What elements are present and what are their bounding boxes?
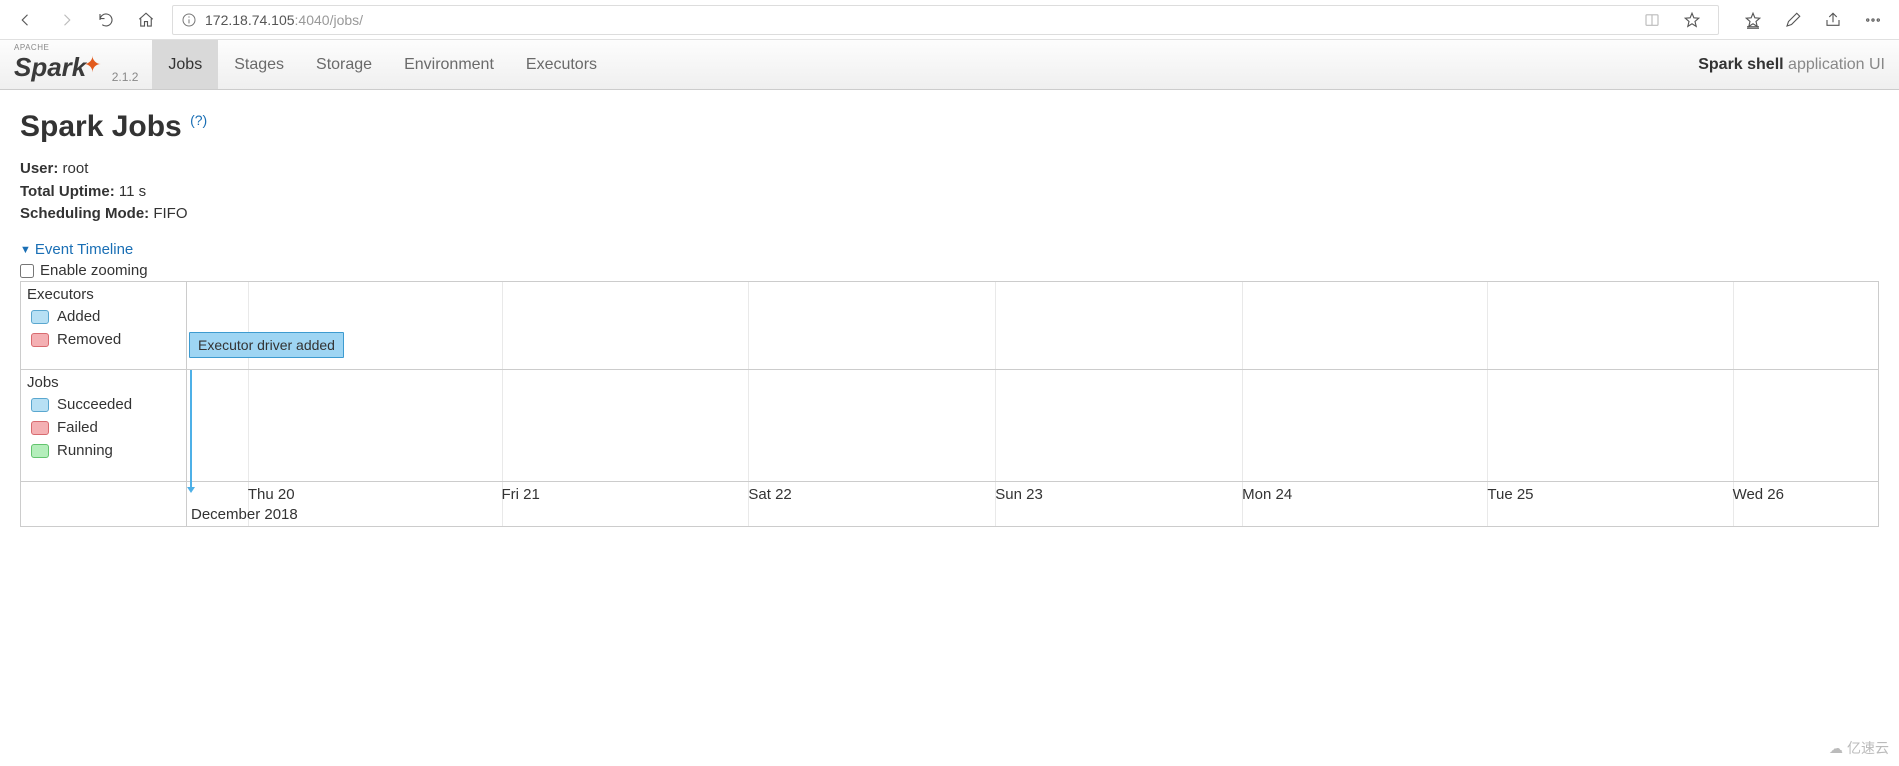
more-icon[interactable] xyxy=(1855,2,1891,38)
timeline-axis: Thu 20 Fri 21 Sat 22 Sun 23 Mon 24 Tue 25 Wed … xyxy=(187,482,1878,526)
swatch-icon xyxy=(31,333,49,347)
reading-view-icon[interactable] xyxy=(1634,2,1670,38)
watermark: ☁ 亿速云 xyxy=(1829,738,1889,758)
url-text: 172.18.74.105:4040/jobs/ xyxy=(205,12,363,28)
legend-item-removed: Removed xyxy=(27,328,180,351)
nav-tab-storage[interactable]: Storage xyxy=(300,40,388,89)
axis-tick: Thu 20 xyxy=(248,486,295,503)
timeline-row-jobs xyxy=(187,370,1878,482)
app-name: Spark shell xyxy=(1698,56,1783,73)
caret-down-icon: ▼ xyxy=(20,244,31,256)
legend-label: Added xyxy=(57,308,100,325)
legend-title-jobs: Jobs xyxy=(27,374,180,391)
forward-button[interactable] xyxy=(48,2,84,38)
legend-label: Succeeded xyxy=(57,396,132,413)
axis-month-label: December 2018 xyxy=(191,506,298,523)
legend-axis-spacer xyxy=(21,482,186,526)
swatch-icon xyxy=(31,310,49,324)
timeline: Executors Added Removed Jobs Succeeded Fai… xyxy=(20,281,1879,527)
axis-tick: Mon 24 xyxy=(1242,486,1292,503)
help-link[interactable]: (?) xyxy=(190,112,207,128)
nav-tab-executors[interactable]: Executors xyxy=(510,40,613,89)
timeline-legend-panel: Executors Added Removed Jobs Succeeded Fai… xyxy=(21,282,187,526)
nav-tab-environment[interactable]: Environment xyxy=(388,40,510,89)
logo-text: Spark xyxy=(14,52,86,83)
enable-zoom-label: Enable zooming xyxy=(40,262,148,279)
spark-navbar: APACHE Spark ✦ 2.1.2 JobsStagesStorageEn… xyxy=(0,40,1899,90)
cloud-icon: ☁ xyxy=(1829,740,1843,757)
star-icon: ✦ xyxy=(83,52,101,78)
nav-tab-jobs[interactable]: Jobs xyxy=(152,40,218,89)
back-button[interactable] xyxy=(8,2,44,38)
legend-item-added: Added xyxy=(27,305,180,328)
event-timeline-toggle[interactable]: ▼ Event Timeline xyxy=(20,241,133,258)
version-text: 2.1.2 xyxy=(112,70,139,84)
legend-title-executors: Executors xyxy=(27,286,180,303)
home-button[interactable] xyxy=(128,2,164,38)
axis-tick: Sat 22 xyxy=(748,486,791,503)
legend-item-succeeded: Succeeded xyxy=(27,393,180,416)
favorite-icon[interactable] xyxy=(1674,2,1710,38)
favorites-list-icon[interactable] xyxy=(1735,2,1771,38)
job-meta: User: root Total Uptime: 11 s Scheduling… xyxy=(20,158,1879,226)
timeline-event-executor-added[interactable]: Executor driver added xyxy=(189,332,344,358)
legend-item-failed: Failed xyxy=(27,416,180,439)
nav-tab-stages[interactable]: Stages xyxy=(218,40,300,89)
timeline-row-executors: Executor driver added xyxy=(187,282,1878,370)
page-content: Spark Jobs (?) User: root Total Uptime: … xyxy=(0,90,1899,547)
swatch-icon xyxy=(31,421,49,435)
reload-button[interactable] xyxy=(88,2,124,38)
swatch-icon xyxy=(31,398,49,412)
current-time-indicator xyxy=(190,370,192,487)
swatch-icon xyxy=(31,444,49,458)
axis-tick: Tue 25 xyxy=(1487,486,1533,503)
legend-label: Removed xyxy=(57,331,121,348)
page-title: Spark Jobs (?) xyxy=(20,110,1879,144)
axis-tick: Wed 26 xyxy=(1733,486,1784,503)
legend-group-jobs: Jobs Succeeded Failed Running xyxy=(21,370,186,482)
axis-tick: Fri 21 xyxy=(502,486,540,503)
legend-label: Failed xyxy=(57,419,98,436)
app-ui-suffix: application UI xyxy=(1788,56,1885,73)
timeline-canvas[interactable]: Executor driver added Thu 20 Fri 21 Sat 22… xyxy=(187,282,1878,526)
notes-icon[interactable] xyxy=(1775,2,1811,38)
logo-pretext: APACHE xyxy=(14,43,49,52)
spark-logo[interactable]: APACHE Spark ✦ 2.1.2 xyxy=(14,43,138,86)
legend-label: Running xyxy=(57,442,113,459)
browser-toolbar: 172.18.74.105:4040/jobs/ xyxy=(0,0,1899,40)
share-icon[interactable] xyxy=(1815,2,1851,38)
info-icon xyxy=(181,12,197,28)
address-bar[interactable]: 172.18.74.105:4040/jobs/ xyxy=(172,5,1719,35)
axis-tick: Sun 23 xyxy=(995,486,1043,503)
legend-item-running: Running xyxy=(27,439,180,462)
enable-zoom-checkbox[interactable] xyxy=(20,264,34,278)
legend-group-executors: Executors Added Removed xyxy=(21,282,186,370)
